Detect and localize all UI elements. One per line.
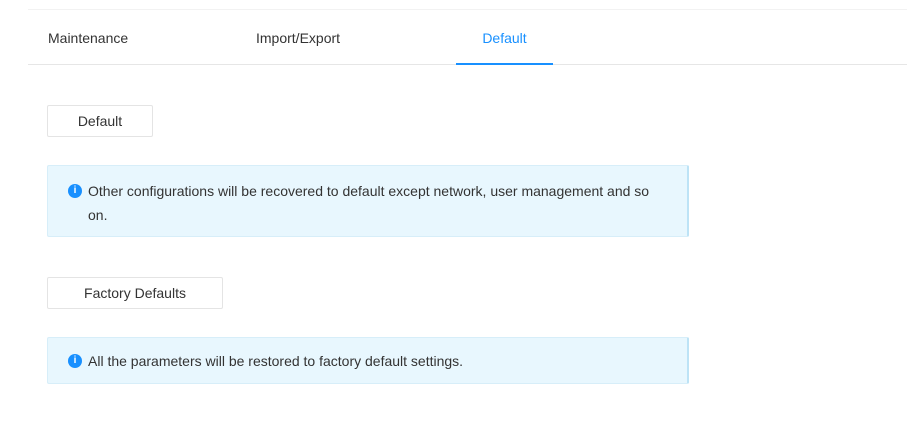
tab-bar: Maintenance Import/Export Default bbox=[28, 18, 907, 65]
factory-info-text: All the parameters will be restored to f… bbox=[88, 353, 464, 369]
default-button[interactable]: Default bbox=[47, 105, 153, 137]
default-settings-page: Maintenance Import/Export Default Defaul… bbox=[0, 0, 907, 432]
factory-defaults-button[interactable]: Factory Defaults bbox=[47, 277, 223, 309]
tab-default[interactable]: Default bbox=[456, 18, 553, 65]
tab-import-export[interactable]: Import/Export bbox=[256, 18, 340, 64]
default-info-alert: i Other configurations will be recovered… bbox=[47, 165, 689, 237]
default-info-text: Other configurations will be recovered t… bbox=[88, 183, 650, 223]
tab-maintenance[interactable]: Maintenance bbox=[48, 18, 128, 64]
factory-info-alert: i All the parameters will be restored to… bbox=[47, 337, 689, 384]
info-icon: i bbox=[68, 354, 82, 368]
info-icon: i bbox=[68, 184, 82, 198]
top-divider bbox=[28, 9, 907, 10]
